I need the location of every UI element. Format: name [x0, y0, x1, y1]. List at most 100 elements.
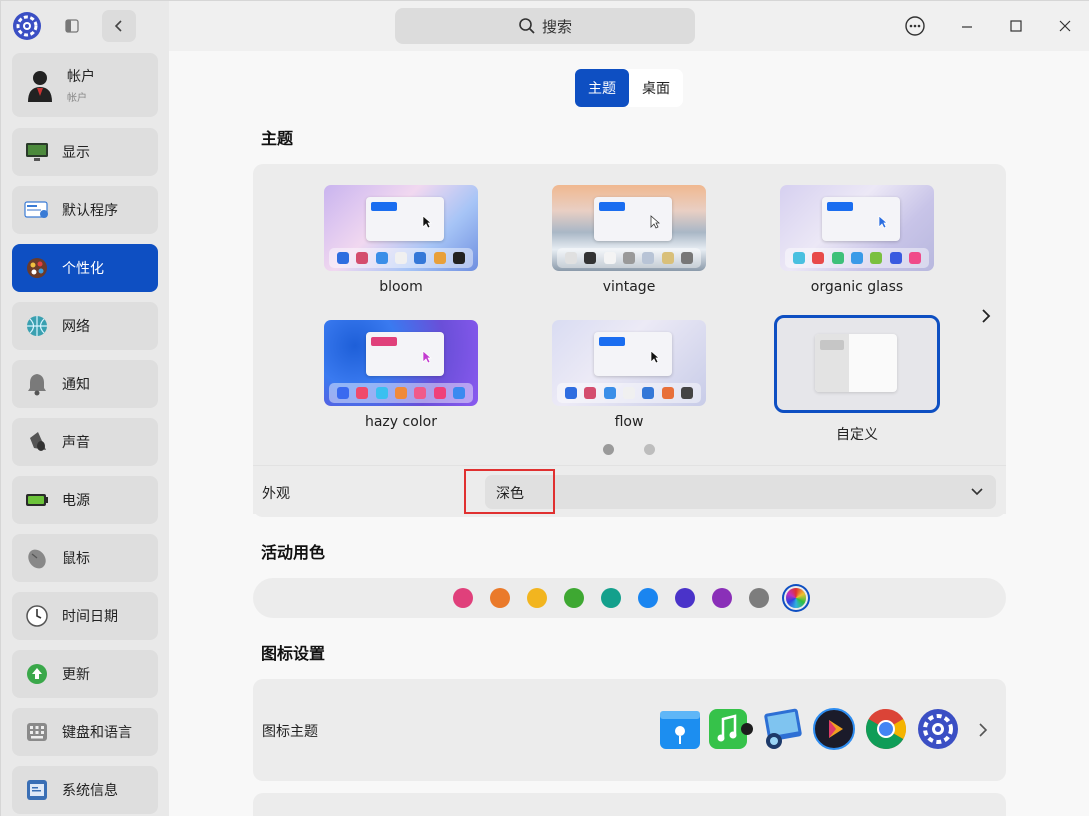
theme-name-bloom: bloom [379, 279, 423, 295]
accent-swatch-purple[interactable] [712, 588, 732, 608]
icon-theme-more-button[interactable] [973, 719, 993, 741]
minimize-icon [962, 26, 972, 28]
theme-card-custom[interactable] [774, 315, 940, 413]
icon-theme-label: 图标主题 [262, 724, 318, 740]
theme-name-flow: flow [614, 414, 644, 430]
image-viewer-icon [760, 707, 804, 751]
theme-card-flow[interactable]: flow [552, 320, 706, 430]
accent-swatch-teal[interactable] [601, 588, 621, 608]
appearance-label: 外观 [262, 486, 290, 502]
default-apps-icon [24, 197, 50, 223]
network-icon [24, 313, 50, 339]
close-icon [1059, 20, 1071, 32]
monitor-icon [24, 139, 50, 165]
cursor-icon [650, 350, 660, 367]
minimize-button[interactable] [955, 14, 979, 38]
accent-swatch-gray[interactable] [749, 588, 769, 608]
theme-thumbnail [324, 320, 478, 406]
accent-swatch-blue[interactable] [638, 588, 658, 608]
speaker-icon [24, 429, 50, 455]
system-info-icon [24, 777, 50, 803]
accent-swatch-yellow[interactable] [527, 588, 547, 608]
accent-swatch-custom[interactable] [786, 588, 806, 608]
sidebar-item-update[interactable]: 更新 [12, 650, 158, 698]
back-button[interactable] [102, 10, 136, 42]
control-center-logo-icon [12, 11, 42, 41]
icon-theme-row[interactable]: 图标主题 [253, 679, 1006, 781]
theme-thumbnail [815, 334, 897, 392]
app-store-icon [658, 707, 702, 751]
sidebar-item-default-apps[interactable]: 默认程序 [12, 186, 158, 234]
chevron-left-icon [114, 20, 122, 32]
sidebar-item-keyboard[interactable]: 键盘和语言 [12, 708, 158, 756]
accent-swatch-indigo[interactable] [675, 588, 695, 608]
settings-window: 帐户 帐户 显示 默认程序 个性化 网络 通知 声音 电源 鼠标 时间日期 更新… [0, 0, 1089, 816]
theme-card-hazy-color[interactable]: hazy color [324, 320, 478, 430]
more-options-button[interactable] [903, 14, 927, 38]
sidebar-item-mouse[interactable]: 鼠标 [12, 534, 158, 582]
cursor-icon [878, 215, 888, 232]
bell-icon [24, 371, 50, 397]
chevron-right-icon [979, 723, 988, 737]
theme-gallery: bloom vintage organic glass hazy color f… [253, 164, 1006, 514]
titlebar: 搜索 [169, 1, 1089, 51]
tab-theme[interactable]: 主题 [575, 69, 629, 107]
battery-icon [24, 487, 50, 513]
accent-section-title: 活动用色 [261, 543, 326, 562]
search-icon [519, 18, 535, 34]
sidebar: 帐户 帐户 显示 默认程序 个性化 网络 通知 声音 电源 鼠标 时间日期 更新… [1, 1, 169, 816]
chrome-icon [864, 707, 908, 751]
sidebar-item-network[interactable]: 网络 [12, 302, 158, 350]
mouse-icon [24, 545, 50, 571]
chevron-down-icon [968, 483, 986, 501]
sidebar-item-power[interactable]: 电源 [12, 476, 158, 524]
update-icon [24, 661, 50, 687]
next-setting-row [253, 793, 1006, 816]
personalization-icon [24, 255, 50, 281]
sidebar-toggle-icon[interactable] [61, 15, 83, 37]
highlight-annotation [464, 469, 555, 514]
page-dot-2[interactable] [644, 444, 655, 455]
cursor-icon [422, 350, 432, 367]
sidebar-item-personalization[interactable]: 个性化 [12, 244, 158, 292]
music-icon [709, 707, 753, 751]
tab-bar: 主题 桌面 [575, 69, 683, 107]
accent-swatch-pink[interactable] [453, 588, 473, 608]
keyboard-icon [24, 719, 50, 745]
maximize-button[interactable] [1004, 14, 1028, 38]
theme-thumbnail [552, 185, 706, 271]
theme-section-title: 主题 [261, 129, 294, 148]
accent-swatch-green[interactable] [564, 588, 584, 608]
page-dot-1[interactable] [603, 444, 614, 455]
theme-name-vintage: vintage [602, 279, 656, 295]
next-page-button[interactable] [975, 304, 997, 328]
theme-card-bloom[interactable]: bloom [324, 185, 478, 295]
search-input[interactable]: 搜索 [395, 8, 695, 44]
sidebar-item-system-info[interactable]: 系统信息 [12, 766, 158, 814]
avatar [25, 68, 55, 102]
accent-color-picker [253, 578, 1006, 618]
account-name: 帐户 [67, 69, 95, 85]
sidebar-item-datetime[interactable]: 时间日期 [12, 592, 158, 640]
icon-section-title: 图标设置 [261, 644, 326, 663]
more-icon [905, 16, 925, 36]
account-item[interactable]: 帐户 帐户 [12, 53, 158, 117]
theme-thumbnail [552, 320, 706, 406]
sidebar-item-notification[interactable]: 通知 [12, 360, 158, 408]
accent-swatch-orange[interactable] [490, 588, 510, 608]
settings-gear-icon [916, 707, 960, 751]
page-indicator [603, 444, 655, 455]
maximize-icon [1010, 20, 1022, 32]
theme-name-hazy-color: hazy color [364, 414, 437, 430]
theme-name-custom: 自定义 [836, 427, 878, 443]
theme-card-organic-glass[interactable]: organic glass [780, 185, 934, 295]
sidebar-item-sound[interactable]: 声音 [12, 418, 158, 466]
clock-icon [24, 603, 50, 629]
theme-card-vintage[interactable]: vintage [552, 185, 706, 295]
sidebar-item-display[interactable]: 显示 [12, 128, 158, 176]
sidebar-header [1, 1, 169, 51]
close-button[interactable] [1053, 14, 1077, 38]
appearance-select[interactable]: 深色 [485, 475, 996, 509]
chevron-right-icon [982, 309, 991, 323]
tab-desktop[interactable]: 桌面 [629, 69, 683, 107]
